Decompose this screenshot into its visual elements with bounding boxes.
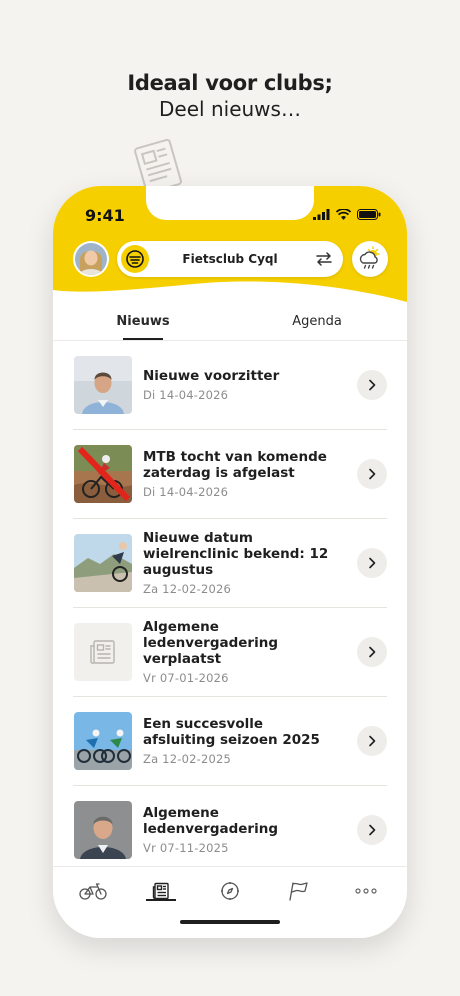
news-item[interactable]: Nieuwe datum wielrenclinic bekend: 12 au…	[73, 519, 387, 608]
news-date: Za 12-02-2025	[143, 752, 232, 766]
news-title: Algemene ledenvergadering	[143, 805, 278, 837]
open-news-button[interactable]	[357, 370, 387, 400]
chevron-right-icon	[369, 468, 376, 480]
chevron-right-icon	[369, 824, 376, 836]
news-title: Een succesvolle afsluiting seizoen 2025	[143, 716, 320, 748]
nav-more[interactable]	[346, 879, 386, 903]
nav-explore[interactable]	[210, 879, 250, 903]
news-title: MTB tocht van komende zaterdag is afgela…	[143, 449, 327, 481]
profile-avatar-button[interactable]	[73, 241, 109, 277]
status-icons	[313, 209, 381, 220]
news-thumbnail	[74, 445, 132, 503]
open-news-button[interactable]	[357, 459, 387, 489]
news-date: Di 14-04-2026	[143, 485, 229, 499]
news-date: Za 12-02-2026	[143, 582, 232, 596]
open-news-button[interactable]	[357, 815, 387, 845]
bicycle-icon	[79, 883, 107, 900]
open-news-button[interactable]	[357, 637, 387, 667]
news-thumbnail	[74, 534, 132, 592]
club-logo	[121, 245, 149, 273]
headline-line-1: Ideaal voor clubs;	[127, 71, 333, 95]
chevron-right-icon	[369, 379, 376, 391]
active-nav-indicator	[146, 899, 176, 901]
chevron-right-icon	[369, 557, 376, 569]
news-item[interactable]: MTB tocht van komende zaterdag is afgela…	[73, 430, 387, 519]
news-thumbnail	[74, 801, 132, 859]
signal-icon	[313, 209, 330, 220]
compass-icon	[221, 882, 239, 900]
promo-headline: Ideaal voor clubs; Deel nieuws…	[0, 70, 460, 122]
news-item[interactable]: Nieuwe voorzitter Di 14-04-2026	[73, 341, 387, 430]
more-icon	[355, 888, 377, 894]
status-time: 9:41	[85, 206, 125, 225]
nav-rides[interactable]	[73, 879, 113, 903]
news-thumbnail	[74, 712, 132, 770]
news-title: Algemene ledenvergadering verplaatst	[143, 619, 278, 667]
flag-icon	[289, 882, 308, 901]
tab-agenda[interactable]: Agenda	[277, 314, 357, 340]
avatar	[75, 243, 107, 275]
wifi-icon	[336, 209, 351, 220]
weather-button[interactable]	[352, 241, 388, 277]
news-date: Vr 07-01-2026	[143, 671, 229, 685]
newspaper-placeholder-icon	[74, 623, 132, 681]
home-indicator	[180, 920, 280, 924]
newspaper-icon	[152, 882, 169, 900]
battery-icon	[357, 209, 381, 220]
open-news-button[interactable]	[357, 726, 387, 756]
bottom-navigation	[53, 866, 407, 938]
news-item[interactable]: Algemene ledenvergadering Vr 07-11-2025	[73, 786, 387, 874]
swap-icon	[316, 252, 332, 266]
club-logo-icon	[126, 250, 144, 268]
open-news-button[interactable]	[357, 548, 387, 578]
news-list: Nieuwe voorzitter Di 14-04-2026 MTB toch…	[73, 341, 387, 874]
phone-frame: 9:41 Fietsclub Cyql Nieuws Agenda Nieuwe…	[53, 186, 407, 938]
club-name: Fietsclub Cyql	[182, 252, 278, 266]
news-date: Vr 07-11-2025	[143, 841, 229, 855]
phone-notch	[146, 186, 314, 220]
news-item[interactable]: Een succesvolle afsluiting seizoen 2025 …	[73, 697, 387, 786]
club-switcher[interactable]: Fietsclub Cyql	[117, 241, 343, 277]
news-title: Nieuwe voorzitter	[143, 368, 280, 384]
news-item[interactable]: Algemene ledenvergadering verplaatst Vr …	[73, 608, 387, 697]
chevron-right-icon	[369, 735, 376, 747]
news-thumbnail	[74, 356, 132, 414]
news-agenda-tabs: Nieuws Agenda	[53, 308, 407, 341]
news-date: Di 14-04-2026	[143, 388, 229, 402]
headline-line-2: Deel nieuws…	[159, 97, 301, 121]
news-title: Nieuwe datum wielrenclinic bekend: 12 au…	[143, 530, 329, 578]
tab-news[interactable]: Nieuws	[103, 314, 183, 340]
weather-sun-rain-icon	[359, 246, 380, 269]
nav-events[interactable]	[278, 879, 318, 903]
active-tab-indicator	[123, 338, 163, 340]
chevron-right-icon	[369, 646, 376, 658]
